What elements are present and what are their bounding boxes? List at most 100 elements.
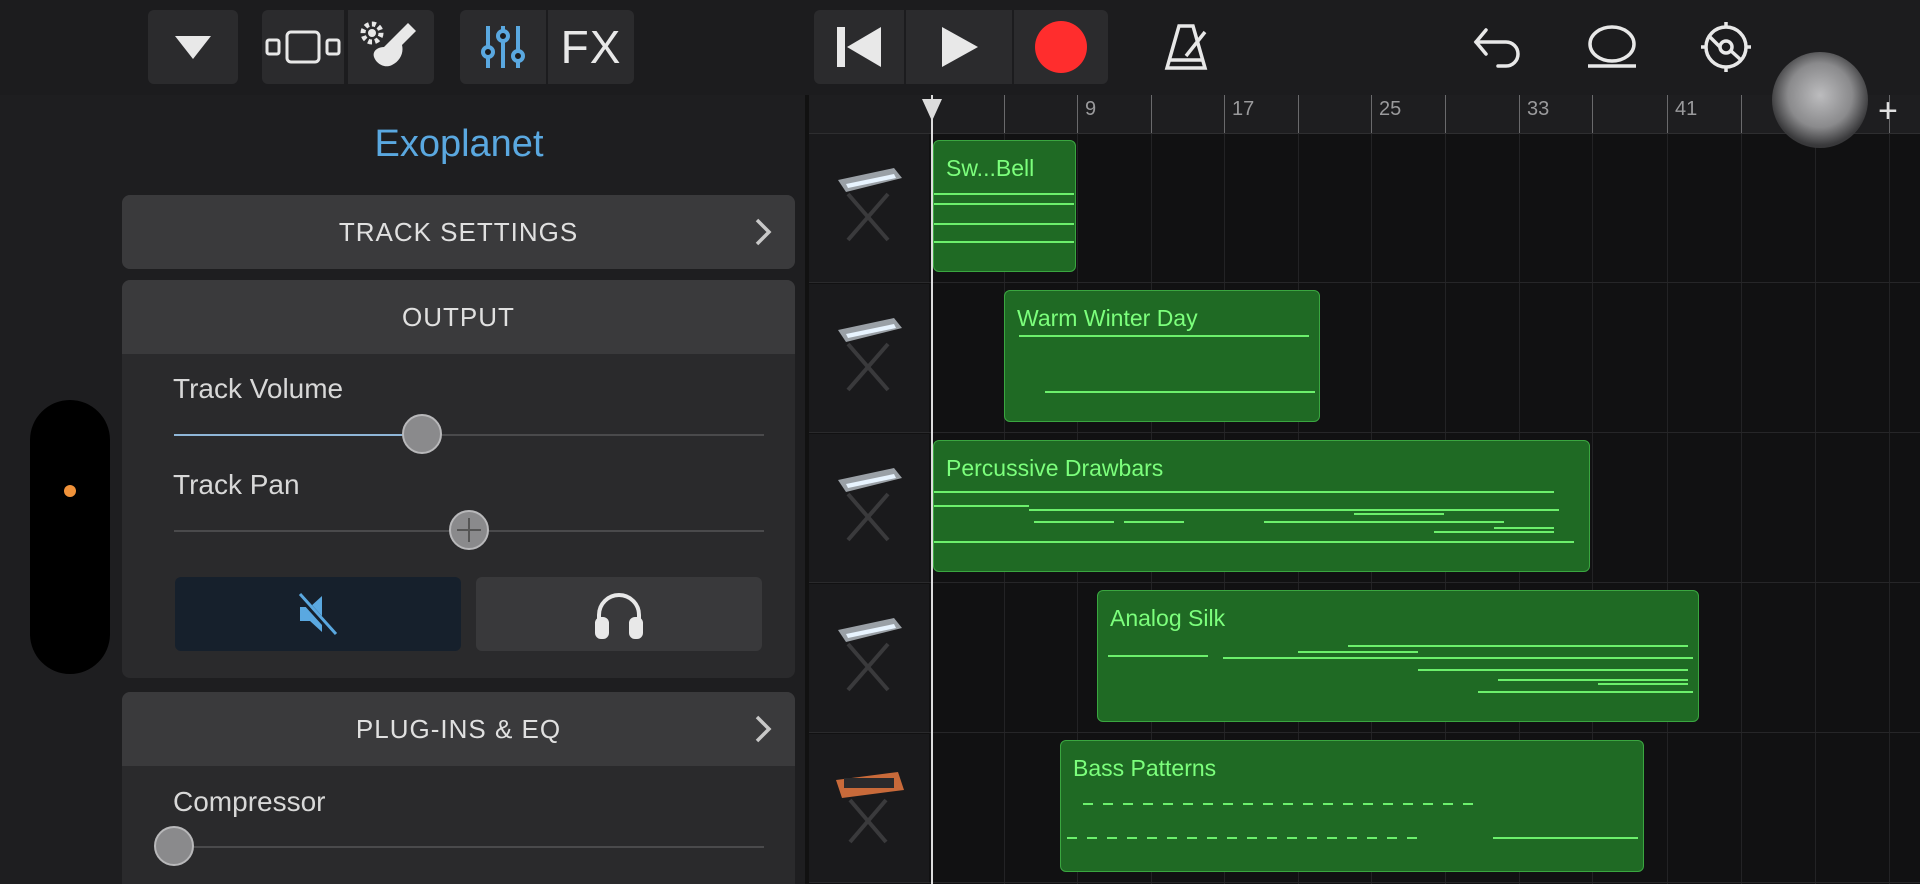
record-button[interactable] bbox=[1014, 10, 1108, 84]
track-volume-knob[interactable] bbox=[401, 414, 442, 454]
midi-note bbox=[1147, 837, 1157, 839]
status-dot bbox=[64, 485, 76, 497]
midi-note bbox=[1019, 335, 1309, 337]
fx-label: FX bbox=[560, 21, 622, 73]
track-pan-knob[interactable] bbox=[449, 510, 489, 550]
track-header-3[interactable] bbox=[809, 434, 929, 583]
midi-note bbox=[1407, 837, 1417, 839]
track-controls-panel: Exoplanet TRACK SETTINGS OUTPUT Track Vo… bbox=[0, 95, 805, 884]
midi-note bbox=[1203, 803, 1213, 805]
mute-button[interactable] bbox=[175, 577, 461, 651]
track-settings-row[interactable]: TRACK SETTINGS bbox=[122, 195, 795, 269]
chevron-right-icon bbox=[755, 715, 772, 743]
midi-note bbox=[1127, 837, 1137, 839]
region-sw-bell[interactable]: Sw...Bell bbox=[933, 140, 1076, 272]
midi-note bbox=[934, 193, 1074, 195]
midi-note bbox=[1434, 531, 1554, 533]
keyboard-stand-icon bbox=[838, 618, 902, 692]
mixer-button[interactable] bbox=[460, 10, 546, 84]
midi-note bbox=[1423, 803, 1433, 805]
midi-note bbox=[1498, 679, 1688, 681]
midi-note bbox=[1403, 803, 1413, 805]
midi-note bbox=[1124, 521, 1184, 523]
midi-note bbox=[1087, 837, 1097, 839]
browser-view-button[interactable] bbox=[262, 10, 344, 84]
synth-stand-icon bbox=[836, 772, 904, 844]
solo-button[interactable] bbox=[476, 577, 762, 651]
ruler-tick bbox=[1445, 95, 1446, 133]
track-header-2[interactable] bbox=[809, 284, 929, 433]
midi-note bbox=[1243, 803, 1253, 805]
add-track-button[interactable]: + bbox=[1878, 92, 1898, 131]
track-header-1[interactable] bbox=[809, 134, 929, 283]
track-pan-slider[interactable] bbox=[174, 510, 764, 550]
midi-note bbox=[1307, 837, 1317, 839]
compressor-knob[interactable] bbox=[154, 826, 194, 866]
track-lane-1[interactable] bbox=[929, 134, 1920, 283]
region-percussive-drawbars[interactable]: Percussive Drawbars bbox=[933, 440, 1590, 572]
mixer-icon bbox=[481, 26, 525, 68]
ruler-tick bbox=[1741, 95, 1742, 133]
headphones-icon bbox=[595, 593, 643, 639]
dropdown-button[interactable] bbox=[148, 10, 238, 84]
track-volume-slider[interactable] bbox=[174, 414, 764, 454]
midi-note bbox=[1598, 683, 1688, 685]
ruler-label: 25 bbox=[1379, 98, 1402, 120]
midi-note bbox=[1493, 837, 1638, 839]
ruler-tick bbox=[1004, 95, 1005, 133]
midi-note bbox=[1207, 837, 1217, 839]
track-handle[interactable] bbox=[30, 400, 110, 674]
ruler-tick bbox=[1077, 95, 1078, 133]
play-button[interactable] bbox=[906, 10, 1012, 84]
compressor-slider[interactable] bbox=[154, 826, 764, 866]
midi-note bbox=[1298, 651, 1418, 653]
region-warm-winter-day[interactable]: Warm Winter Day bbox=[1004, 290, 1320, 422]
metronome-icon bbox=[1164, 24, 1208, 70]
midi-note bbox=[1123, 803, 1133, 805]
track-header-5[interactable] bbox=[809, 734, 929, 883]
midi-note bbox=[1067, 837, 1077, 839]
ruler-tick bbox=[1298, 95, 1299, 133]
control-bar: FX bbox=[0, 0, 1920, 96]
midi-note bbox=[1287, 837, 1297, 839]
midi-note bbox=[1263, 803, 1273, 805]
midi-note bbox=[1108, 655, 1208, 657]
pan-center-icon bbox=[457, 518, 481, 542]
settings-button[interactable] bbox=[1686, 10, 1766, 84]
metronome-button[interactable] bbox=[1146, 10, 1226, 84]
midi-note bbox=[1183, 803, 1193, 805]
midi-note bbox=[1343, 803, 1353, 805]
midi-note bbox=[1463, 803, 1473, 805]
midi-note bbox=[1034, 521, 1114, 523]
playhead[interactable] bbox=[931, 95, 933, 884]
plugins-eq-section: PLUG-INS & EQ Compressor bbox=[122, 692, 795, 884]
fx-button[interactable]: FX bbox=[548, 10, 634, 84]
region-bass-patterns[interactable]: Bass Patterns bbox=[1060, 740, 1644, 872]
midi-note bbox=[934, 223, 1074, 225]
undo-button[interactable] bbox=[1458, 10, 1538, 84]
rewind-button[interactable] bbox=[814, 10, 904, 84]
settings-icon bbox=[1701, 22, 1751, 72]
midi-note bbox=[1327, 837, 1337, 839]
midi-note bbox=[1418, 669, 1688, 671]
undo-icon bbox=[1473, 28, 1520, 68]
timeline-ruler[interactable]: 91725334149 bbox=[809, 95, 1920, 134]
output-section: OUTPUT Track Volume Track Pan bbox=[122, 280, 795, 678]
loop-button[interactable] bbox=[1572, 10, 1652, 84]
track-header-4[interactable] bbox=[809, 584, 929, 733]
smart-controls-button[interactable] bbox=[348, 10, 434, 84]
plugins-eq-row[interactable]: PLUG-INS & EQ bbox=[122, 692, 795, 766]
zoom-dial[interactable] bbox=[1772, 52, 1868, 148]
midi-note bbox=[934, 491, 1554, 493]
midi-note bbox=[1347, 837, 1357, 839]
page-title: Exoplanet bbox=[374, 123, 544, 165]
midi-note bbox=[1247, 837, 1257, 839]
midi-note bbox=[1283, 803, 1293, 805]
ruler-tick bbox=[1151, 95, 1152, 133]
midi-note bbox=[1478, 691, 1693, 693]
midi-note bbox=[1029, 509, 1559, 511]
midi-note bbox=[1045, 391, 1315, 393]
browser-view-icon bbox=[265, 30, 341, 64]
playhead-handle[interactable] bbox=[922, 99, 942, 121]
region-analog-silk[interactable]: Analog Silk bbox=[1097, 590, 1699, 722]
